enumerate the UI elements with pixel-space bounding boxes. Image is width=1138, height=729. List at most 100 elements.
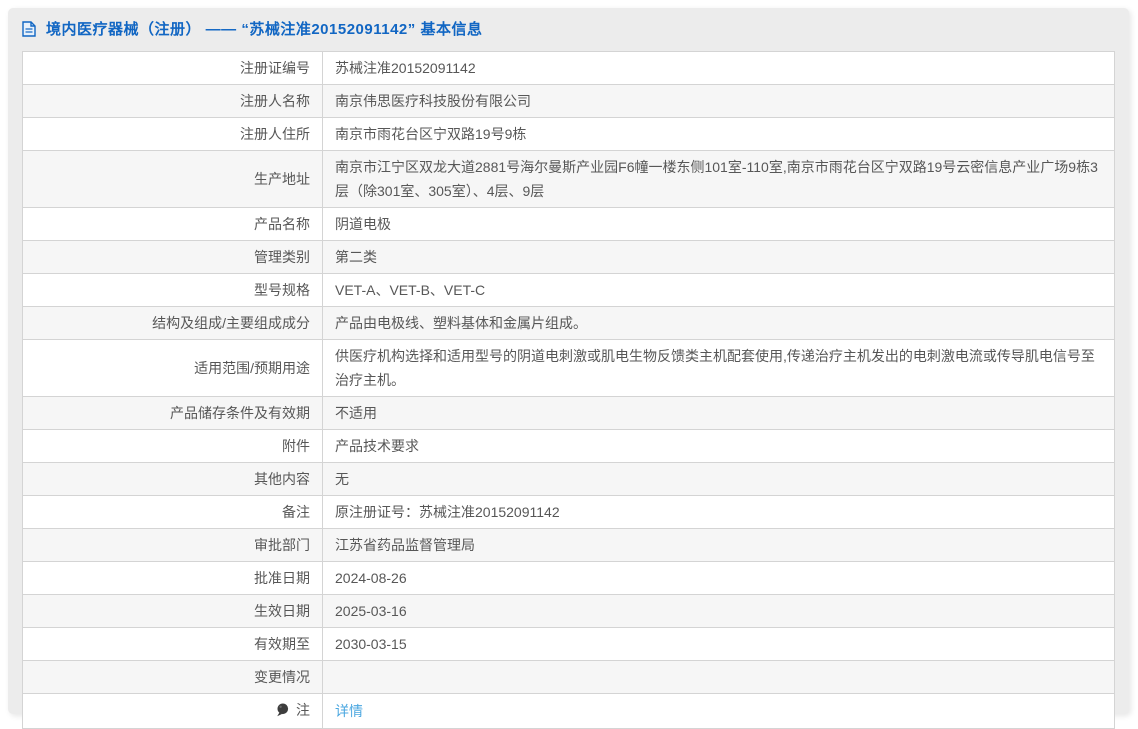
basic-info-panel: 境内医疗器械（注册） —— “苏械注准20152091142” 基本信息 注册证… (8, 8, 1129, 729)
row-label-text: 注 (296, 702, 310, 718)
row-value-text: 2024-08-26 (335, 570, 407, 586)
panel-header: 境内医疗器械（注册） —— “苏械注准20152091142” 基本信息 (8, 8, 1129, 49)
row-label-text: 生效日期 (254, 603, 310, 619)
table-row: 注册人名称 南京伟思医疗科技股份有限公司 (22, 84, 1115, 118)
row-value-text: 第二类 (335, 249, 377, 265)
row-label: 结构及组成/主要组成成分 (22, 306, 323, 340)
row-label: 生产地址 (22, 150, 323, 208)
table-row: 生效日期 2025-03-16 (22, 594, 1115, 628)
row-label-text: 审批部门 (254, 537, 310, 553)
row-value-text: 2025-03-16 (335, 603, 407, 619)
row-value-text: 南京市雨花台区宁双路19号9栋 (335, 126, 527, 142)
row-value-text: 不适用 (335, 405, 377, 421)
table-row: 变更情况 (22, 660, 1115, 694)
row-value-text: 无 (335, 471, 349, 487)
row-label: 批准日期 (22, 561, 323, 595)
row-label-text: 适用范围/预期用途 (194, 360, 310, 376)
balloon-icon (276, 700, 289, 724)
row-value-text: 江苏省药品监督管理局 (335, 537, 475, 553)
row-label-text: 批准日期 (254, 570, 310, 586)
row-value-text: 产品技术要求 (335, 438, 419, 454)
row-label-text: 结构及组成/主要组成成分 (152, 315, 310, 331)
row-value: 第二类 (322, 240, 1115, 274)
row-label: 产品名称 (22, 207, 323, 241)
row-label-text: 注册证编号 (240, 60, 310, 76)
row-label-text: 管理类别 (254, 249, 310, 265)
row-label-text: 注册人名称 (240, 93, 310, 109)
row-value: 2030-03-15 (322, 627, 1115, 661)
row-label: 备注 (22, 495, 323, 529)
row-value: 产品由电极线、塑料基体和金属片组成。 (322, 306, 1115, 340)
document-icon (22, 20, 36, 37)
row-label: 适用范围/预期用途 (22, 339, 323, 397)
table-row: 有效期至 2030-03-15 (22, 627, 1115, 661)
row-value: VET-A、VET-B、VET-C (322, 273, 1115, 307)
table-row: 其他内容 无 (22, 462, 1115, 496)
row-value: 南京市雨花台区宁双路19号9栋 (322, 117, 1115, 151)
row-value: 2025-03-16 (322, 594, 1115, 628)
row-label: 管理类别 (22, 240, 323, 274)
row-label-text: 其他内容 (254, 471, 310, 487)
row-label: 审批部门 (22, 528, 323, 562)
table-row: 附件 产品技术要求 (22, 429, 1115, 463)
row-value: 产品技术要求 (322, 429, 1115, 463)
row-label: 产品储存条件及有效期 (22, 396, 323, 430)
row-value-text: 原注册证号：苏械注准20152091142 (335, 504, 560, 520)
row-label-text: 有效期至 (254, 636, 310, 652)
details-link[interactable]: 详情 (335, 703, 363, 719)
row-value (322, 660, 1115, 694)
registration-info-table: 注册证编号 苏械注准20152091142 注册人名称 南京伟思医疗科技股份有限… (22, 51, 1115, 729)
row-value: 原注册证号：苏械注准20152091142 (322, 495, 1115, 529)
table-row: 生产地址 南京市江宁区双龙大道2881号海尔曼斯产业园F6幢一楼东侧101室-1… (22, 150, 1115, 208)
row-label: 注册人住所 (22, 117, 323, 151)
row-value-text: VET-A、VET-B、VET-C (335, 282, 486, 298)
row-label: 注册证编号 (22, 51, 323, 85)
row-label: 注 (22, 693, 323, 729)
row-label-text: 产品储存条件及有效期 (170, 405, 310, 421)
row-label-text: 产品名称 (254, 216, 310, 232)
table-row: 注册证编号 苏械注准20152091142 (22, 51, 1115, 85)
row-label-text: 附件 (282, 438, 310, 454)
info-table-body: 注册证编号 苏械注准20152091142 注册人名称 南京伟思医疗科技股份有限… (22, 51, 1115, 729)
table-row: 注 详情 (22, 693, 1115, 729)
table-row: 备注 原注册证号：苏械注准20152091142 (22, 495, 1115, 529)
row-value-text: 供医疗机构选择和适用型号的阴道电刺激或肌电生物反馈类主机配套使用,传递治疗主机发… (335, 348, 1095, 388)
row-label-text: 备注 (282, 504, 310, 520)
table-row: 型号规格 VET-A、VET-B、VET-C (22, 273, 1115, 307)
row-value-text: 苏械注准20152091142 (335, 60, 476, 76)
table-row: 注册人住所 南京市雨花台区宁双路19号9栋 (22, 117, 1115, 151)
row-label: 有效期至 (22, 627, 323, 661)
row-value: 苏械注准20152091142 (322, 51, 1115, 85)
page-title: 境内医疗器械（注册） —— “苏械注准20152091142” 基本信息 (46, 21, 483, 38)
row-value: 2024-08-26 (322, 561, 1115, 595)
row-label-text: 型号规格 (254, 282, 310, 298)
row-value-text: 南京伟思医疗科技股份有限公司 (335, 93, 531, 109)
row-value: 南京伟思医疗科技股份有限公司 (322, 84, 1115, 118)
row-value: 南京市江宁区双龙大道2881号海尔曼斯产业园F6幢一楼东侧101室-110室,南… (322, 150, 1115, 208)
table-row: 适用范围/预期用途 供医疗机构选择和适用型号的阴道电刺激或肌电生物反馈类主机配套… (22, 339, 1115, 397)
row-value: 详情 (322, 693, 1115, 729)
row-label: 其他内容 (22, 462, 323, 496)
table-row: 管理类别 第二类 (22, 240, 1115, 274)
table-row: 审批部门 江苏省药品监督管理局 (22, 528, 1115, 562)
row-label-text: 生产地址 (254, 171, 310, 187)
row-value: 阴道电极 (322, 207, 1115, 241)
table-row: 结构及组成/主要组成成分 产品由电极线、塑料基体和金属片组成。 (22, 306, 1115, 340)
row-label-text: 变更情况 (254, 669, 310, 685)
row-label: 注册人名称 (22, 84, 323, 118)
row-value: 无 (322, 462, 1115, 496)
row-value: 不适用 (322, 396, 1115, 430)
row-label: 生效日期 (22, 594, 323, 628)
row-value-text: 阴道电极 (335, 216, 391, 232)
row-value: 江苏省药品监督管理局 (322, 528, 1115, 562)
row-label-text: 注册人住所 (240, 126, 310, 142)
table-row: 产品名称 阴道电极 (22, 207, 1115, 241)
row-label: 型号规格 (22, 273, 323, 307)
row-value-text: 2030-03-15 (335, 636, 407, 652)
row-label: 变更情况 (22, 660, 323, 694)
row-label: 附件 (22, 429, 323, 463)
table-row: 批准日期 2024-08-26 (22, 561, 1115, 595)
row-value-text: 南京市江宁区双龙大道2881号海尔曼斯产业园F6幢一楼东侧101室-110室,南… (335, 159, 1098, 199)
row-value: 供医疗机构选择和适用型号的阴道电刺激或肌电生物反馈类主机配套使用,传递治疗主机发… (322, 339, 1115, 397)
row-value-text: 产品由电极线、塑料基体和金属片组成。 (335, 315, 587, 331)
